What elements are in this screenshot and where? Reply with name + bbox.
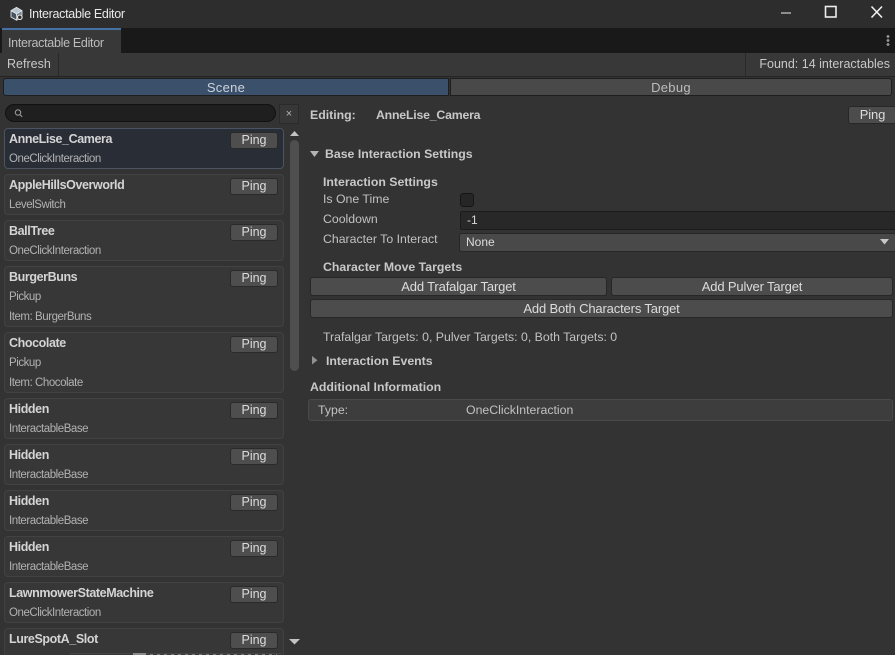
item-subtitle: Item: Chocolate: [9, 377, 83, 389]
scrollbar-up-arrow[interactable]: [290, 131, 300, 137]
item-subtitle: Pickup: [9, 357, 41, 369]
item-ping-button[interactable]: Ping: [230, 494, 278, 511]
list-item[interactable]: Hidden InteractableBase Ping: [4, 490, 284, 531]
found-count-label: Found: 14 interactables: [759, 53, 890, 76]
list-item[interactable]: Hidden InteractableBase Ping: [4, 444, 284, 485]
list-item[interactable]: Hidden InteractableBase Ping: [4, 536, 284, 577]
item-name: AppleHillsOverworld: [9, 178, 124, 192]
type-value: OneClickInteraction: [466, 403, 573, 417]
maximize-button[interactable]: [806, 0, 846, 28]
is-one-time-checkbox[interactable]: [460, 193, 474, 207]
item-name: LawnmowerStateMachine: [9, 586, 153, 600]
character-to-interact-label: Character To Interact: [323, 232, 438, 246]
foldout-expanded-icon[interactable]: [310, 151, 319, 157]
list-item[interactable]: AppleHillsOverworld LevelSwitch Ping: [4, 174, 284, 215]
item-name: BurgerBuns: [9, 270, 77, 284]
foldout-base-interaction-settings: Base Interaction Settings: [325, 147, 473, 161]
list-item[interactable]: BallTree OneClickInteraction Ping: [4, 220, 284, 261]
item-name: Hidden: [9, 494, 49, 508]
list-item[interactable]: Chocolate Pickup Item: Chocolate Ping: [4, 332, 284, 393]
section-additional-information: Additional Information: [310, 380, 441, 394]
cooldown-field[interactable]: -1: [460, 211, 895, 230]
close-button[interactable]: [852, 0, 892, 28]
view-tabs: Scene Debug: [0, 78, 895, 96]
item-subtitle: InteractableBase: [9, 469, 88, 481]
item-subtitle: OneClickInteraction: [9, 245, 101, 257]
item-subtitle: InteractableBase: [9, 515, 88, 527]
minimize-button[interactable]: [766, 0, 806, 28]
item-ping-button[interactable]: Ping: [230, 540, 278, 557]
type-label: Type:: [318, 403, 348, 417]
item-name: BallTree: [9, 224, 54, 238]
scrollbar-thumb[interactable]: [290, 140, 299, 371]
item-subtitle: InteractableBase: [9, 561, 88, 573]
foldout-collapsed-icon[interactable]: [312, 356, 318, 365]
inspector-ping-button[interactable]: Ping: [848, 106, 895, 124]
list-item[interactable]: BurgerBuns Pickup Item: BurgerBuns Ping: [4, 266, 284, 327]
targets-summary: Trafalgar Targets: 0, Pulver Targets: 0,…: [323, 330, 617, 344]
kebab-menu-icon[interactable]: [880, 28, 895, 53]
item-ping-button[interactable]: Ping: [230, 132, 278, 149]
item-name: Hidden: [9, 402, 49, 416]
cooldown-label: Cooldown: [323, 212, 378, 226]
search-box: [5, 104, 276, 122]
item-ping-button[interactable]: Ping: [230, 336, 278, 353]
section-character-move-targets: Character Move Targets: [323, 260, 462, 274]
item-subtitle: OneClickInteraction: [9, 607, 101, 619]
list-item[interactable]: Hidden InteractableBase Ping: [4, 398, 284, 439]
item-subtitle: OneClickInteraction: [9, 153, 101, 165]
character-dropdown[interactable]: None: [459, 233, 895, 252]
dropdown-arrow-icon: [880, 239, 889, 245]
foldout-interaction-events: Interaction Events: [326, 354, 433, 368]
is-one-time-label: Is One Time: [323, 192, 389, 206]
item-name: Chocolate: [9, 336, 66, 350]
item-ping-button[interactable]: Ping: [230, 448, 278, 465]
interactable-editor-window: Interactable Editor Interactable Editor …: [0, 0, 895, 655]
item-ping-button[interactable]: Ping: [230, 224, 278, 241]
item-subtitle: LevelSwitch: [9, 199, 65, 211]
item-name: AnneLise_Camera: [9, 132, 112, 146]
type-row: [308, 399, 893, 421]
scrollbar-down-arrow[interactable]: [289, 639, 300, 645]
item-ping-button[interactable]: Ping: [230, 270, 278, 287]
add-trafalgar-target-button[interactable]: Add Trafalgar Target: [310, 277, 607, 296]
item-ping-button[interactable]: Ping: [230, 586, 278, 603]
item-name: Hidden: [9, 448, 49, 462]
item-subtitle: Pickup: [9, 291, 41, 303]
doc-tab-label: Interactable Editor: [8, 32, 104, 55]
item-name: Hidden: [9, 540, 49, 554]
item-ping-button[interactable]: Ping: [230, 632, 278, 649]
refresh-button[interactable]: Refresh: [0, 53, 59, 76]
add-pulver-target-button[interactable]: Add Pulver Target: [611, 277, 893, 296]
tab-debug[interactable]: Debug: [450, 78, 892, 96]
doc-tab-interactable-editor[interactable]: Interactable Editor: [2, 28, 121, 53]
section-interaction-settings: Interaction Settings: [323, 175, 438, 189]
window-titlebar: Interactable Editor: [0, 0, 895, 28]
window-title: Interactable Editor: [29, 0, 125, 28]
search-input[interactable]: [24, 105, 269, 121]
main-toolbar: Refresh Found: 14 interactables: [0, 53, 895, 77]
item-ping-button[interactable]: Ping: [230, 402, 278, 419]
editing-value: AnneLise_Camera: [376, 108, 480, 122]
doc-tabstrip: Interactable Editor: [0, 28, 895, 53]
list-item[interactable]: LawnmowerStateMachine OneClickInteraction…: [4, 582, 284, 623]
item-name: LureSpotA_Slot: [9, 632, 98, 646]
add-both-characters-target-button[interactable]: Add Both Characters Target: [310, 299, 893, 318]
unity-cube-icon: [9, 6, 24, 21]
search-clear-button[interactable]: ×: [279, 104, 299, 124]
item-subtitle: Item: BurgerBuns: [9, 311, 91, 323]
list-item[interactable]: AnneLise_Camera OneClickInteraction Ping: [4, 128, 284, 169]
editing-label: Editing:: [310, 108, 356, 122]
list-item[interactable]: LureSpotA_Slot Ping: [4, 628, 284, 655]
toolbar-separator: [745, 53, 746, 76]
tab-scene[interactable]: Scene: [3, 78, 449, 96]
item-subtitle: InteractableBase: [9, 423, 88, 435]
item-ping-button[interactable]: Ping: [230, 178, 278, 195]
